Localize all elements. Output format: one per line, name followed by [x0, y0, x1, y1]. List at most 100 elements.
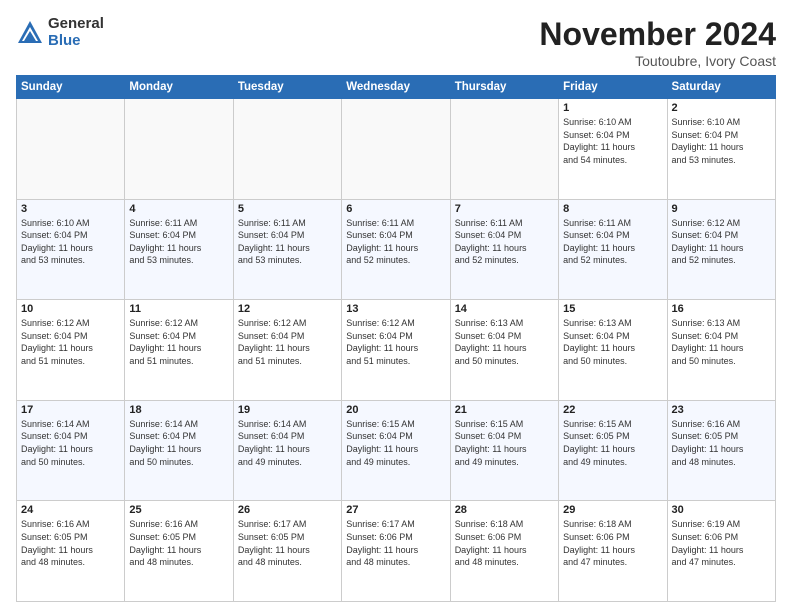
logo-blue: Blue — [48, 33, 104, 50]
day-number: 26 — [238, 504, 337, 516]
day-number: 1 — [563, 102, 662, 114]
day-number: 30 — [672, 504, 771, 516]
day-number: 19 — [238, 404, 337, 416]
day-number: 16 — [672, 303, 771, 315]
day-number: 10 — [21, 303, 120, 315]
calendar-body: 1 Sunrise: 6:10 AM Sunset: 6:04 PM Daylig… — [17, 99, 776, 602]
day-number: 22 — [563, 404, 662, 416]
location: Toutoubre, Ivory Coast — [539, 53, 776, 69]
day-number: 7 — [455, 203, 554, 215]
calendar-cell: 27 Sunrise: 6:17 AM Sunset: 6:06 PM Dayli… — [342, 501, 450, 602]
day-number: 6 — [346, 203, 445, 215]
calendar-cell: 13Sunrise: 6:12 AM Sunset: 6:04 PM Dayli… — [342, 300, 450, 401]
calendar: SundayMondayTuesdayWednesdayThursdayFrid… — [16, 75, 776, 602]
calendar-week-4: 17 Sunrise: 6:14 AM Sunset: 6:04 PM Dayli… — [17, 400, 776, 501]
calendar-cell: 21 Sunrise: 6:15 AM Sunset: 6:04 PM Dayli… — [450, 400, 558, 501]
calendar-cell: 14 Sunrise: 6:13 AM Sunset: 6:04 PM Dayli… — [450, 300, 558, 401]
day-number: 11 — [129, 303, 228, 315]
weekday-header-sunday: Sunday — [17, 76, 125, 99]
calendar-cell: 3 Sunrise: 6:10 AM Sunset: 6:04 PM Daylig… — [17, 199, 125, 300]
day-info: Sunrise: 6:18 AM Sunset: 6:06 PM Dayligh… — [563, 518, 662, 568]
day-number: 5 — [238, 203, 337, 215]
calendar-cell: 1 Sunrise: 6:10 AM Sunset: 6:04 PM Daylig… — [559, 99, 667, 200]
day-number: 2 — [672, 102, 771, 114]
day-info: Sunrise: 6:15 AM Sunset: 6:05 PM Dayligh… — [563, 418, 662, 468]
day-number: 21 — [455, 404, 554, 416]
weekday-header-monday: Monday — [125, 76, 233, 99]
calendar-cell: 25 Sunrise: 6:16 AM Sunset: 6:05 PM Dayli… — [125, 501, 233, 602]
calendar-cell: 6Sunrise: 6:11 AM Sunset: 6:04 PM Daylig… — [342, 199, 450, 300]
day-number: 28 — [455, 504, 554, 516]
calendar-week-3: 10 Sunrise: 6:12 AM Sunset: 6:04 PM Dayli… — [17, 300, 776, 401]
calendar-cell: 8Sunrise: 6:11 AM Sunset: 6:04 PM Daylig… — [559, 199, 667, 300]
calendar-cell: 29 Sunrise: 6:18 AM Sunset: 6:06 PM Dayli… — [559, 501, 667, 602]
calendar-cell: 2 Sunrise: 6:10 AM Sunset: 6:04 PM Daylig… — [667, 99, 775, 200]
weekday-header-row: SundayMondayTuesdayWednesdayThursdayFrid… — [17, 76, 776, 99]
calendar-cell — [125, 99, 233, 200]
day-info: Sunrise: 6:12 AM Sunset: 6:04 PM Dayligh… — [346, 317, 445, 367]
calendar-cell: 30 Sunrise: 6:19 AM Sunset: 6:06 PM Dayli… — [667, 501, 775, 602]
logo: General Blue — [16, 16, 104, 49]
calendar-cell: 20Sunrise: 6:15 AM Sunset: 6:04 PM Dayli… — [342, 400, 450, 501]
calendar-cell: 23Sunrise: 6:16 AM Sunset: 6:05 PM Dayli… — [667, 400, 775, 501]
day-info: Sunrise: 6:12 AM Sunset: 6:04 PM Dayligh… — [21, 317, 120, 367]
day-number: 12 — [238, 303, 337, 315]
day-info: Sunrise: 6:18 AM Sunset: 6:06 PM Dayligh… — [455, 518, 554, 568]
logo-general: General — [48, 16, 104, 33]
day-info: Sunrise: 6:10 AM Sunset: 6:04 PM Dayligh… — [563, 116, 662, 166]
day-number: 3 — [21, 203, 120, 215]
day-info: Sunrise: 6:12 AM Sunset: 6:04 PM Dayligh… — [672, 217, 771, 267]
page: General Blue November 2024 Toutoubre, Iv… — [0, 0, 792, 612]
calendar-cell: 10 Sunrise: 6:12 AM Sunset: 6:04 PM Dayli… — [17, 300, 125, 401]
day-info: Sunrise: 6:14 AM Sunset: 6:04 PM Dayligh… — [21, 418, 120, 468]
day-info: Sunrise: 6:13 AM Sunset: 6:04 PM Dayligh… — [563, 317, 662, 367]
title-block: November 2024 Toutoubre, Ivory Coast — [539, 16, 776, 69]
day-info: Sunrise: 6:14 AM Sunset: 6:04 PM Dayligh… — [129, 418, 228, 468]
calendar-cell: 15Sunrise: 6:13 AM Sunset: 6:04 PM Dayli… — [559, 300, 667, 401]
day-number: 9 — [672, 203, 771, 215]
weekday-header-thursday: Thursday — [450, 76, 558, 99]
calendar-cell — [342, 99, 450, 200]
day-info: Sunrise: 6:17 AM Sunset: 6:06 PM Dayligh… — [346, 518, 445, 568]
calendar-cell: 22 Sunrise: 6:15 AM Sunset: 6:05 PM Dayli… — [559, 400, 667, 501]
day-info: Sunrise: 6:10 AM Sunset: 6:04 PM Dayligh… — [672, 116, 771, 166]
calendar-cell: 4Sunrise: 6:11 AM Sunset: 6:04 PM Daylig… — [125, 199, 233, 300]
day-number: 29 — [563, 504, 662, 516]
day-number: 23 — [672, 404, 771, 416]
calendar-cell: 24 Sunrise: 6:16 AM Sunset: 6:05 PM Dayli… — [17, 501, 125, 602]
weekday-header-saturday: Saturday — [667, 76, 775, 99]
logo-icon — [16, 19, 44, 47]
day-number: 25 — [129, 504, 228, 516]
calendar-cell: 9 Sunrise: 6:12 AM Sunset: 6:04 PM Daylig… — [667, 199, 775, 300]
calendar-cell: 5 Sunrise: 6:11 AM Sunset: 6:04 PM Daylig… — [233, 199, 341, 300]
weekday-header-friday: Friday — [559, 76, 667, 99]
day-info: Sunrise: 6:16 AM Sunset: 6:05 PM Dayligh… — [129, 518, 228, 568]
day-number: 24 — [21, 504, 120, 516]
calendar-cell: 26 Sunrise: 6:17 AM Sunset: 6:05 PM Dayli… — [233, 501, 341, 602]
weekday-header-wednesday: Wednesday — [342, 76, 450, 99]
day-info: Sunrise: 6:16 AM Sunset: 6:05 PM Dayligh… — [21, 518, 120, 568]
day-number: 14 — [455, 303, 554, 315]
calendar-cell: 19Sunrise: 6:14 AM Sunset: 6:04 PM Dayli… — [233, 400, 341, 501]
day-info: Sunrise: 6:11 AM Sunset: 6:04 PM Dayligh… — [455, 217, 554, 267]
month-title: November 2024 — [539, 16, 776, 53]
day-number: 17 — [21, 404, 120, 416]
calendar-cell: 12Sunrise: 6:12 AM Sunset: 6:04 PM Dayli… — [233, 300, 341, 401]
calendar-cell: 7 Sunrise: 6:11 AM Sunset: 6:04 PM Daylig… — [450, 199, 558, 300]
day-info: Sunrise: 6:19 AM Sunset: 6:06 PM Dayligh… — [672, 518, 771, 568]
calendar-cell — [450, 99, 558, 200]
calendar-cell: 16Sunrise: 6:13 AM Sunset: 6:04 PM Dayli… — [667, 300, 775, 401]
day-number: 27 — [346, 504, 445, 516]
day-info: Sunrise: 6:12 AM Sunset: 6:04 PM Dayligh… — [129, 317, 228, 367]
calendar-cell: 17 Sunrise: 6:14 AM Sunset: 6:04 PM Dayli… — [17, 400, 125, 501]
day-info: Sunrise: 6:13 AM Sunset: 6:04 PM Dayligh… — [455, 317, 554, 367]
day-number: 4 — [129, 203, 228, 215]
day-number: 18 — [129, 404, 228, 416]
day-info: Sunrise: 6:15 AM Sunset: 6:04 PM Dayligh… — [455, 418, 554, 468]
day-info: Sunrise: 6:17 AM Sunset: 6:05 PM Dayligh… — [238, 518, 337, 568]
day-info: Sunrise: 6:11 AM Sunset: 6:04 PM Dayligh… — [238, 217, 337, 267]
calendar-header: SundayMondayTuesdayWednesdayThursdayFrid… — [17, 76, 776, 99]
day-info: Sunrise: 6:10 AM Sunset: 6:04 PM Dayligh… — [21, 217, 120, 267]
calendar-week-1: 1 Sunrise: 6:10 AM Sunset: 6:04 PM Daylig… — [17, 99, 776, 200]
calendar-cell: 11 Sunrise: 6:12 AM Sunset: 6:04 PM Dayli… — [125, 300, 233, 401]
